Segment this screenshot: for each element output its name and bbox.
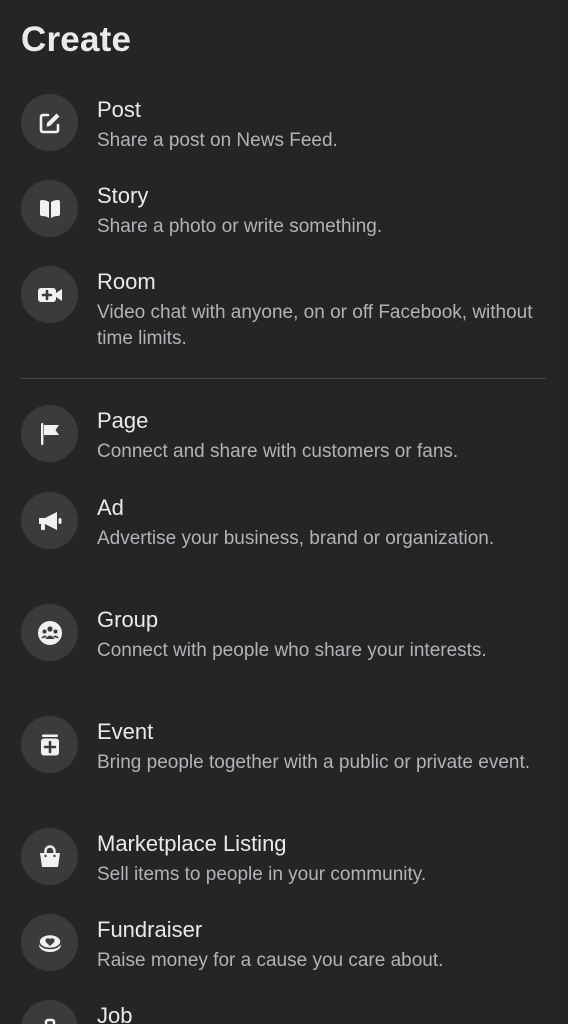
compose-icon xyxy=(21,94,78,151)
create-marketplace-listing-item[interactable]: Marketplace Listing Sell items to people… xyxy=(0,828,568,892)
item-title-event: Event xyxy=(97,719,154,744)
item-desc-fundraiser: Raise money for a cause you care about. xyxy=(97,950,444,971)
create-group-item[interactable]: Group Connect with people who share your… xyxy=(0,604,568,694)
create-room-item[interactable]: Room Video chat with anyone, on or off F… xyxy=(0,266,568,356)
create-event-item[interactable]: Event Bring people together with a publi… xyxy=(0,716,568,806)
item-desc-ad: Advertise your business, brand or organi… xyxy=(97,528,495,549)
item-title-fundraiser: Fundraiser xyxy=(97,917,203,942)
megaphone-icon xyxy=(21,492,78,549)
heart-coin-icon xyxy=(21,914,78,971)
item-title-ad: Ad xyxy=(97,495,124,520)
calendar-plus-icon xyxy=(21,716,78,773)
item-desc-room: Video chat with anyone, on or off Facebo… xyxy=(97,302,533,349)
item-title-room: Room xyxy=(97,269,156,294)
item-desc-page: Connect and share with customers or fans… xyxy=(97,441,459,462)
item-title-post: Post xyxy=(97,97,142,122)
item-desc-event: Bring people together with a public or p… xyxy=(97,752,531,773)
video-camera-plus-icon xyxy=(21,266,78,323)
item-desc-post: Share a post on News Feed. xyxy=(97,130,338,151)
create-post-item[interactable]: Post Share a post on News Feed. xyxy=(0,94,568,158)
item-title-marketplace-listing: Marketplace Listing xyxy=(97,831,287,856)
create-story-item[interactable]: Story Share a photo or write something. xyxy=(0,180,568,244)
item-desc-story: Share a photo or write something. xyxy=(97,216,383,237)
briefcase-icon xyxy=(21,1000,78,1024)
book-icon xyxy=(21,180,78,237)
section-divider xyxy=(21,378,546,379)
item-desc-group: Connect with people who share your inter… xyxy=(97,640,487,661)
create-page-item[interactable]: Page Connect and share with customers or… xyxy=(0,405,568,469)
item-desc-marketplace-listing: Sell items to people in your community. xyxy=(97,864,427,885)
create-job-item[interactable]: Job xyxy=(0,1000,568,1024)
group-icon xyxy=(21,604,78,661)
item-title-story: Story xyxy=(97,183,149,208)
create-ad-item[interactable]: Ad Advertise your business, brand or org… xyxy=(0,492,568,582)
create-fundraiser-item[interactable]: Fundraiser Raise money for a cause you c… xyxy=(0,914,568,978)
page-title: Create xyxy=(21,20,132,59)
item-title-group: Group xyxy=(97,607,159,632)
shopping-bag-icon xyxy=(21,828,78,885)
item-title-page: Page xyxy=(97,408,149,433)
item-title-job: Job xyxy=(97,1003,133,1024)
flag-icon xyxy=(21,405,78,462)
